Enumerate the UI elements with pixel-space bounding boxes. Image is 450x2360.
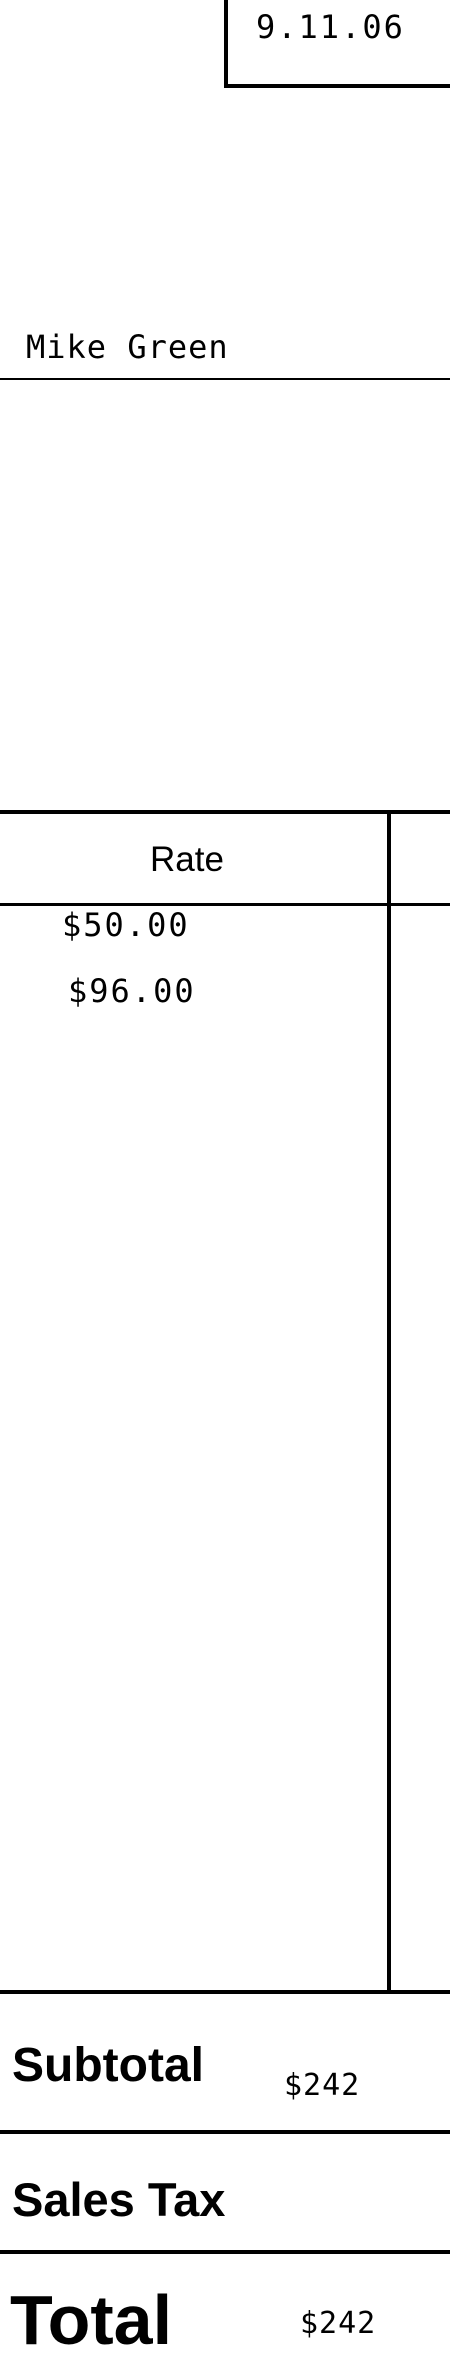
total-value: $242 [300,2306,377,2341]
subtotal-divider [0,2130,450,2134]
rate-cell: $50.00 [62,906,190,944]
rate-column-header: Rate [150,840,224,879]
table-top-border [0,810,450,814]
invoice-date: 9.11.06 [256,8,405,46]
subtotal-value: $242 [284,2068,361,2103]
total-label: Total [10,2281,173,2359]
sales-tax-label: Sales Tax [12,2173,226,2226]
client-name: Mike Green [26,328,229,366]
column-divider [387,810,391,1994]
table-bottom-border [0,1990,450,1994]
sales-tax-divider [0,2250,450,2254]
client-underline [0,378,450,380]
subtotal-label: Subtotal [12,2039,204,2092]
rate-cell: $96.00 [68,972,196,1010]
